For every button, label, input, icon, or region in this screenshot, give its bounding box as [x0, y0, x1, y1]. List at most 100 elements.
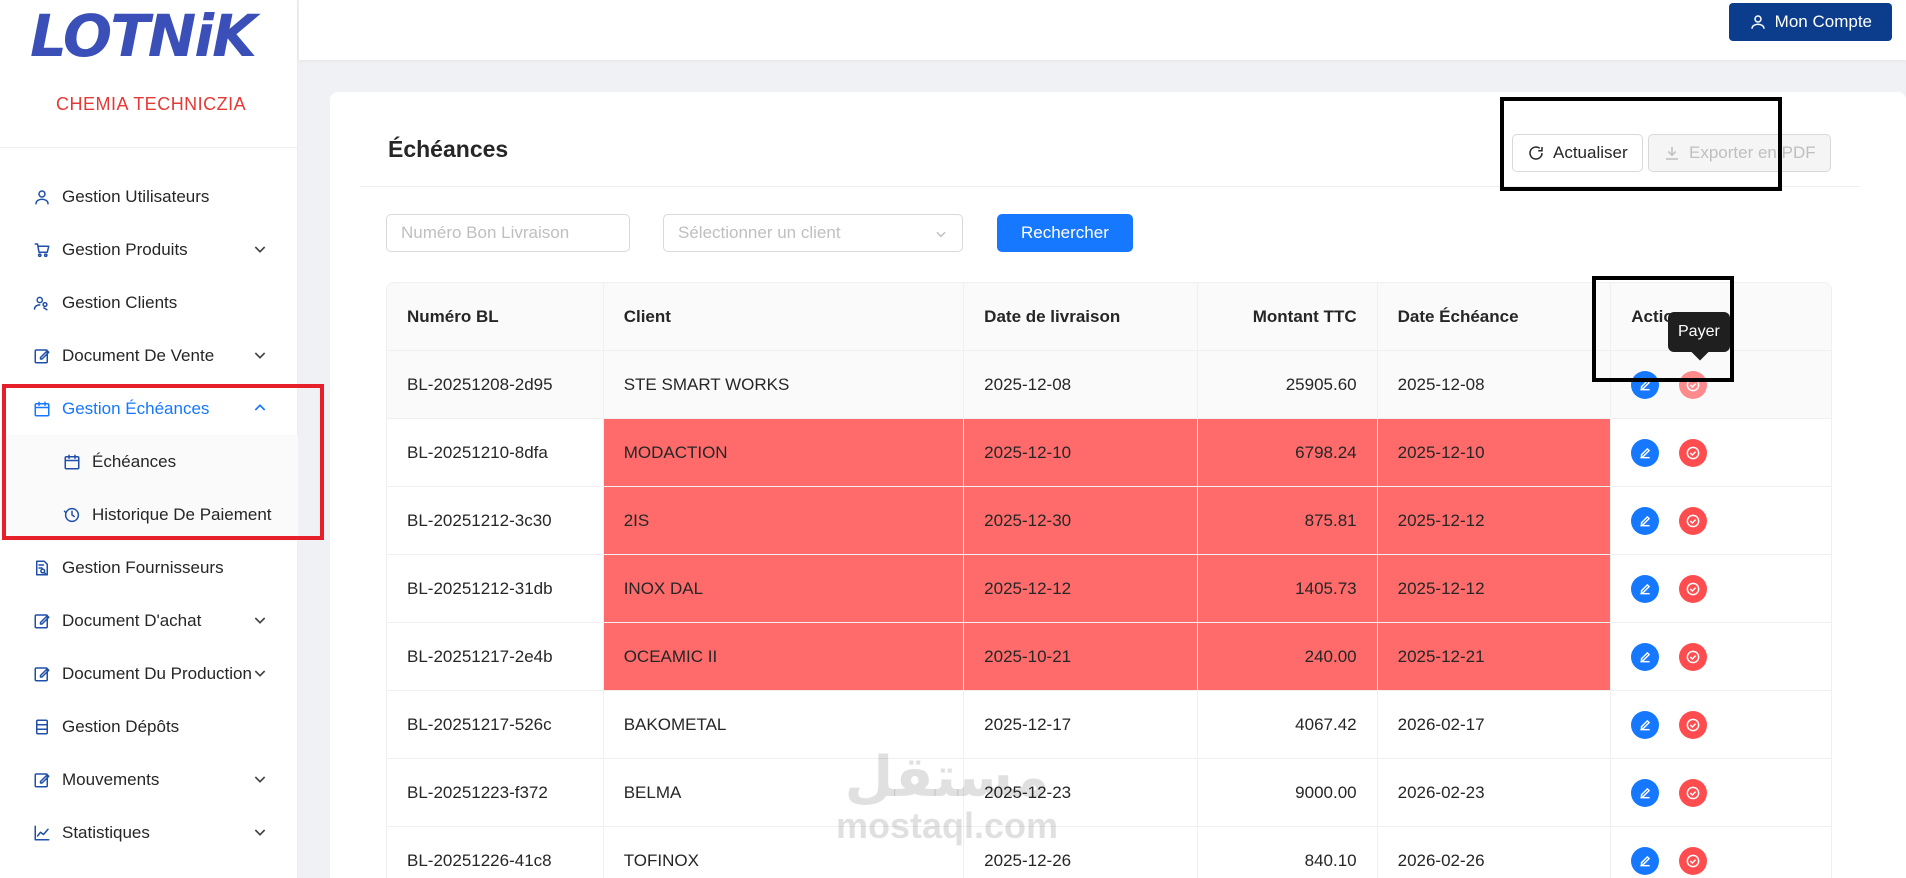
cell-bl: BL-20251212-3c30: [387, 487, 604, 554]
cell-actions: [1611, 623, 1831, 690]
sidebar-item-label: Statistiques: [62, 822, 150, 842]
table-row: BL-20251217-2e4b OCEAMIC II 2025-10-21 240.…: [387, 623, 1831, 691]
chevron-down-icon: [254, 670, 266, 677]
edit-button[interactable]: [1631, 574, 1660, 603]
edit-icon: [1640, 787, 1651, 798]
cell-actions: [1611, 827, 1831, 878]
pay-button[interactable]: [1679, 574, 1708, 603]
file-search-icon: [32, 558, 52, 578]
pay-button[interactable]: [1679, 778, 1708, 807]
sidebar-item-label: Gestion Utilisateurs: [62, 186, 210, 206]
cell-livraison: 2025-12-30: [964, 487, 1198, 554]
highlight-box-buttons: [1500, 97, 1782, 191]
pay-button[interactable]: [1679, 506, 1708, 535]
cell-livraison: 2025-12-08: [964, 351, 1198, 418]
cart-icon: [32, 240, 52, 260]
account-button[interactable]: Mon Compte: [1728, 3, 1892, 41]
edit-icon: [32, 770, 52, 790]
edit-button[interactable]: [1631, 778, 1660, 807]
cell-client: STE SMART WORKS: [604, 351, 965, 418]
search-button[interactable]: Rechercher: [997, 214, 1133, 252]
cell-actions: [1611, 691, 1831, 758]
pay-button[interactable]: [1679, 710, 1708, 739]
sidebar-item-label: Document D'achat: [62, 610, 202, 630]
sidebar-item-document-de-vente[interactable]: Document De Vente: [0, 329, 298, 382]
table-row: BL-20251212-3c30 2IS 2025-12-30 875.81 2025-…: [387, 487, 1831, 555]
chevron-down-icon: [254, 246, 266, 253]
bl-number-input[interactable]: Numéro Bon Livraison: [386, 214, 630, 252]
cell-livraison: 2025-10-21: [964, 623, 1198, 690]
cell-echeance: 2026-02-23: [1378, 759, 1612, 826]
edit-button[interactable]: [1631, 506, 1660, 535]
search-label: Rechercher: [1021, 223, 1109, 242]
sidebar-item-gestion-produits[interactable]: Gestion Produits: [0, 223, 298, 276]
chevron-down-icon: [254, 829, 266, 836]
sidebar-item-label: Gestion Produits: [62, 239, 188, 259]
sidebar-item-document-d-achat[interactable]: Document D'achat: [0, 594, 298, 647]
sidebar-item-mouvements[interactable]: Mouvements: [0, 753, 298, 806]
cell-echeance: 2026-02-17: [1378, 691, 1612, 758]
cell-echeance: 2025-12-10: [1377, 419, 1612, 486]
chevron-down-icon: [254, 617, 266, 624]
edit-icon: [1640, 515, 1651, 526]
edit-icon: [1640, 651, 1651, 662]
cell-bl: BL-20251208-2d95: [387, 351, 604, 418]
sidebar-item-label: Gestion Clients: [62, 292, 178, 312]
user-icon: [32, 187, 52, 207]
cell-montant: 9000.00: [1198, 759, 1378, 826]
cell-actions: [1611, 759, 1831, 826]
check-circle-icon: [1686, 582, 1700, 595]
cell-montant: 240.00: [1197, 623, 1378, 690]
pay-button[interactable]: [1679, 642, 1708, 671]
column-header: Montant TTC: [1198, 283, 1378, 350]
cell-actions: [1611, 555, 1831, 622]
cell-echeance: 2025-12-08: [1378, 351, 1612, 418]
cell-client: MODACTION: [603, 419, 965, 486]
edit-button[interactable]: [1631, 438, 1660, 467]
cell-client: 2IS: [603, 487, 965, 554]
check-circle-icon: [1686, 854, 1700, 867]
cell-livraison: 2025-12-10: [964, 419, 1198, 486]
highlight-box-menu: [2, 384, 324, 540]
cell-actions: [1611, 419, 1831, 486]
sidebar-item-gestion-depots[interactable]: Gestion Dépôts: [0, 700, 298, 753]
edit-icon: [32, 346, 52, 366]
sidebar-item-document-du-production[interactable]: Document Du Production: [0, 647, 298, 700]
account-label: Mon Compte: [1774, 12, 1872, 31]
cell-echeance: 2025-12-12: [1377, 555, 1612, 622]
cell-bl: BL-20251212-31db: [387, 555, 604, 622]
watermark: مستقل mostaql.com: [836, 748, 1058, 844]
column-header: Numéro BL: [387, 283, 604, 350]
client-placeholder: Sélectionner un client: [678, 223, 841, 242]
pay-button[interactable]: [1679, 438, 1708, 467]
edit-icon: [1640, 719, 1651, 730]
sidebar-item-gestion-fournisseurs[interactable]: Gestion Fournisseurs: [0, 541, 298, 594]
client-select[interactable]: Sélectionner un client: [663, 214, 963, 252]
edit-button[interactable]: [1631, 710, 1660, 739]
sidebar-item-gestion-utilisateurs[interactable]: Gestion Utilisateurs: [0, 170, 298, 223]
edit-button[interactable]: [1631, 642, 1660, 671]
cell-montant: 840.10: [1198, 827, 1378, 878]
sidebar-item-label: Document De Vente: [62, 345, 215, 365]
check-circle-icon: [1686, 786, 1700, 799]
cell-montant: 1405.73: [1197, 555, 1378, 622]
cell-echeance: 2025-12-21: [1377, 623, 1612, 690]
column-header: Client: [604, 283, 965, 350]
cell-bl: BL-20251217-2e4b: [387, 623, 604, 690]
cell-bl: BL-20251226-41c8: [387, 827, 604, 878]
check-circle-icon: [1686, 514, 1700, 527]
echeances-card: Échéances Actualiser Exporter en PDF Num…: [330, 92, 1906, 878]
sidebar-item-label: Mouvements: [62, 769, 160, 789]
logo[interactable]: LOTNiK: [30, 0, 257, 72]
edit-icon: [32, 611, 52, 631]
column-header: Date de livraison: [964, 283, 1198, 350]
table-row: BL-20251217-526c BAKOMETAL 2025-12-17 4067.…: [387, 691, 1831, 759]
pay-button[interactable]: [1679, 846, 1708, 875]
cell-client: OCEAMIC II: [603, 623, 965, 690]
sidebar-item-label: Gestion Fournisseurs: [62, 557, 224, 577]
sidebar-item-statistiques[interactable]: Statistiques: [0, 806, 298, 859]
pay-tooltip: Payer: [1668, 312, 1730, 352]
edit-button[interactable]: [1631, 846, 1660, 875]
cell-montant: 875.81: [1197, 487, 1378, 554]
sidebar-item-gestion-clients[interactable]: Gestion Clients: [0, 276, 298, 329]
